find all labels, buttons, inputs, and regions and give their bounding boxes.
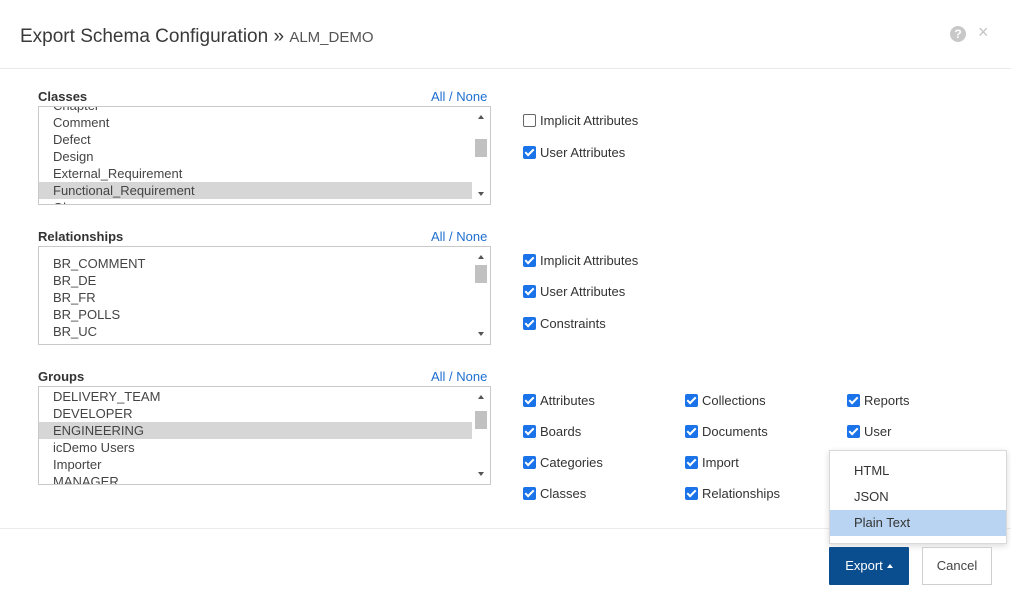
help-icon[interactable]: ? xyxy=(950,26,966,42)
scroll-thumb[interactable] xyxy=(475,265,487,283)
list-item[interactable]: MANAGER xyxy=(39,473,472,484)
checkbox-label: Import xyxy=(702,455,739,470)
list-item[interactable]: BR_FR xyxy=(39,289,472,306)
checkbox-checked-icon[interactable] xyxy=(685,394,698,407)
checkbox-checked-icon[interactable] xyxy=(523,146,536,159)
export-button-label: Export xyxy=(845,558,883,573)
checkbox-label: Classes xyxy=(540,486,587,501)
checkbox-label: Attributes xyxy=(540,393,595,408)
list-item-partial[interactable]: Glossary xyxy=(39,199,472,204)
checkbox-label: Relationships xyxy=(702,486,781,501)
checkbox-checked-icon[interactable] xyxy=(847,394,860,407)
classes-all-none-link[interactable]: All / None xyxy=(431,89,487,104)
checkbox-label: Implicit Attributes xyxy=(540,253,639,268)
list-item[interactable]: BR_COMMENT xyxy=(39,255,472,272)
groups-scrollbar[interactable] xyxy=(473,387,490,484)
checkbox-label: Collections xyxy=(702,393,766,408)
checkbox-checked-icon[interactable] xyxy=(523,254,536,267)
list-item[interactable]: Functional_Requirement xyxy=(39,182,472,199)
scroll-down-icon[interactable] xyxy=(478,472,484,476)
export-format-menu: HTML JSON Plain Text xyxy=(829,450,1007,544)
checkbox-checked-icon[interactable] xyxy=(523,317,536,330)
checkbox-label: Categories xyxy=(540,455,603,470)
list-item[interactable]: DEVELOPER xyxy=(39,405,472,422)
close-icon[interactable]: × xyxy=(978,22,989,42)
checkbox-label: Reports xyxy=(864,393,910,408)
scroll-up-icon[interactable] xyxy=(478,255,484,259)
menu-item-plain-text[interactable]: Plain Text xyxy=(830,510,1006,536)
title-separator: » xyxy=(273,26,285,47)
scroll-down-icon[interactable] xyxy=(478,332,484,336)
checkbox-label: Constraints xyxy=(540,316,606,331)
relationships-listbox[interactable]: BR_COMMENTBR_DEBR_FRBR_POLLSBR_UCCH_Comm… xyxy=(38,246,491,345)
checkbox-label: Implicit Attributes xyxy=(540,113,639,128)
checkbox-checked-icon[interactable] xyxy=(685,487,698,500)
dialog-title: Export Schema Configuration » ALM_DEMO xyxy=(20,26,374,48)
scroll-thumb[interactable] xyxy=(475,139,487,157)
list-item[interactable]: Defect xyxy=(39,131,472,148)
checkbox-checked-icon[interactable] xyxy=(523,394,536,407)
checkbox-unchecked-icon[interactable] xyxy=(523,114,536,127)
relationships-all-none-link[interactable]: All / None xyxy=(431,229,487,244)
export-button[interactable]: Export xyxy=(829,547,909,585)
list-item[interactable]: ENGINEERING xyxy=(39,422,472,439)
checkbox-label: Boards xyxy=(540,424,582,439)
list-item-partial[interactable]: CH_Comment xyxy=(39,340,472,344)
dialog-title-text: Export Schema Configuration xyxy=(20,26,269,47)
checkbox-checked-icon[interactable] xyxy=(523,487,536,500)
checkbox-checked-icon[interactable] xyxy=(523,425,536,438)
list-item[interactable]: BR_UC xyxy=(39,323,472,340)
scroll-up-icon[interactable] xyxy=(478,115,484,119)
list-item[interactable]: BR_POLLS xyxy=(39,306,472,323)
scroll-down-icon[interactable] xyxy=(478,192,484,196)
list-item[interactable]: External_Requirement xyxy=(39,165,472,182)
checkbox-label: User Attributes xyxy=(540,145,626,160)
list-item[interactable]: Comment xyxy=(39,114,472,131)
classes-listbox[interactable]: Chapter CommentDefectDesignExternal_Requ… xyxy=(38,106,491,205)
list-item-partial[interactable]: Chapter xyxy=(39,107,472,114)
list-item[interactable]: Design xyxy=(39,148,472,165)
relationships-scrollbar[interactable] xyxy=(473,247,490,344)
checkbox-checked-icon[interactable] xyxy=(685,456,698,469)
checkbox-checked-icon[interactable] xyxy=(685,425,698,438)
caret-up-icon xyxy=(886,564,893,568)
cancel-button[interactable]: Cancel xyxy=(922,547,992,585)
menu-item-html[interactable]: HTML xyxy=(830,458,1006,484)
list-item[interactable]: DELIVERY_TEAM xyxy=(39,388,472,405)
checkbox-label: Documents xyxy=(702,424,768,439)
checkbox-label: User Attributes xyxy=(540,284,626,299)
checkbox-checked-icon[interactable] xyxy=(847,425,860,438)
checkbox-checked-icon[interactable] xyxy=(523,456,536,469)
dialog-header: Export Schema Configuration » ALM_DEMO ?… xyxy=(0,0,1011,69)
list-item[interactable]: Importer xyxy=(39,456,472,473)
dialog-subtitle: ALM_DEMO xyxy=(289,29,374,46)
list-item[interactable]: icDemo Users xyxy=(39,439,472,456)
groups-all-none-link[interactable]: All / None xyxy=(431,369,487,384)
classes-scrollbar[interactable] xyxy=(473,107,490,204)
menu-item-json[interactable]: JSON xyxy=(830,484,1006,510)
scroll-thumb[interactable] xyxy=(475,411,487,429)
scroll-up-icon[interactable] xyxy=(478,395,484,399)
checkbox-checked-icon[interactable] xyxy=(523,285,536,298)
groups-listbox[interactable]: DELIVERY_TEAM DEVELOPER ENGINEERING icDemo … xyxy=(38,386,491,485)
checkbox-label: User xyxy=(864,424,892,439)
classes-label: Classes xyxy=(38,89,88,104)
relationships-label: Relationships xyxy=(38,229,124,244)
groups-label: Groups xyxy=(38,369,85,384)
list-item[interactable]: BR_DE xyxy=(39,272,472,289)
